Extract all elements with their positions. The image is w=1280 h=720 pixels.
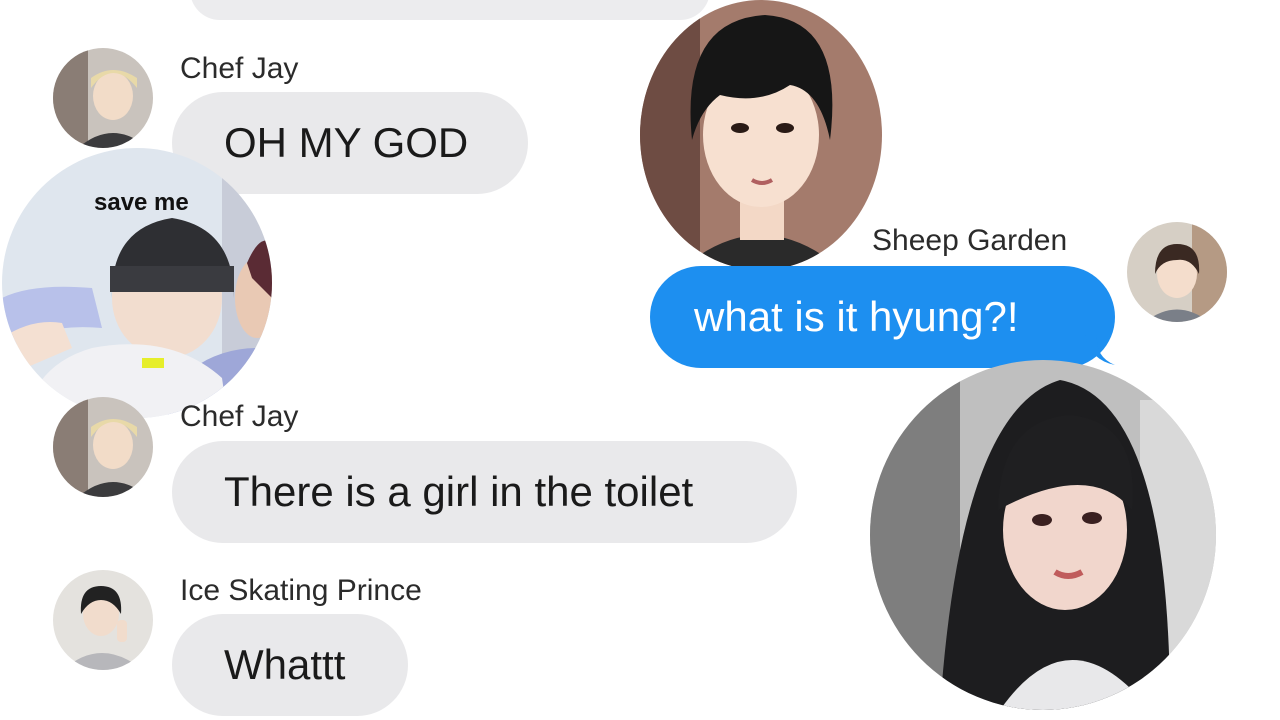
message-bubble[interactable]: OH MY GOD — [172, 92, 528, 194]
sender-name: Chef Jay — [180, 52, 299, 85]
message-bubble[interactable]: There is a girl in the toilet — [172, 441, 797, 543]
message-text: Whattt — [224, 641, 346, 688]
avatar-chef-jay[interactable] — [53, 48, 153, 148]
sender-name: Ice Skating Prince — [180, 574, 422, 607]
reaction-photo-boy — [640, 0, 882, 270]
avatar-chef-jay[interactable] — [53, 397, 153, 497]
sticker-caption: save me — [94, 189, 189, 216]
sender-name: Chef Jay — [180, 400, 299, 433]
bubble-tail — [1085, 335, 1115, 365]
message-bubble[interactable]: Whattt — [172, 614, 408, 716]
message-text: There is a girl in the toilet — [224, 468, 694, 515]
avatar-sheep-garden[interactable] — [1127, 222, 1227, 322]
avatar-ice-skating-prince[interactable] — [53, 570, 153, 670]
reaction-photo-girl — [870, 360, 1216, 710]
message-text: what is it hyung?! — [694, 293, 1019, 340]
previous-message-bubble — [190, 0, 710, 20]
message-bubble-outgoing[interactable]: what is it hyung?! — [650, 266, 1115, 368]
message-text: OH MY GOD — [224, 119, 469, 166]
chat-screen: Chef Jay OH MY GOD save me Sheep Garden … — [0, 0, 1280, 720]
sender-name: Sheep Garden — [872, 224, 1068, 257]
